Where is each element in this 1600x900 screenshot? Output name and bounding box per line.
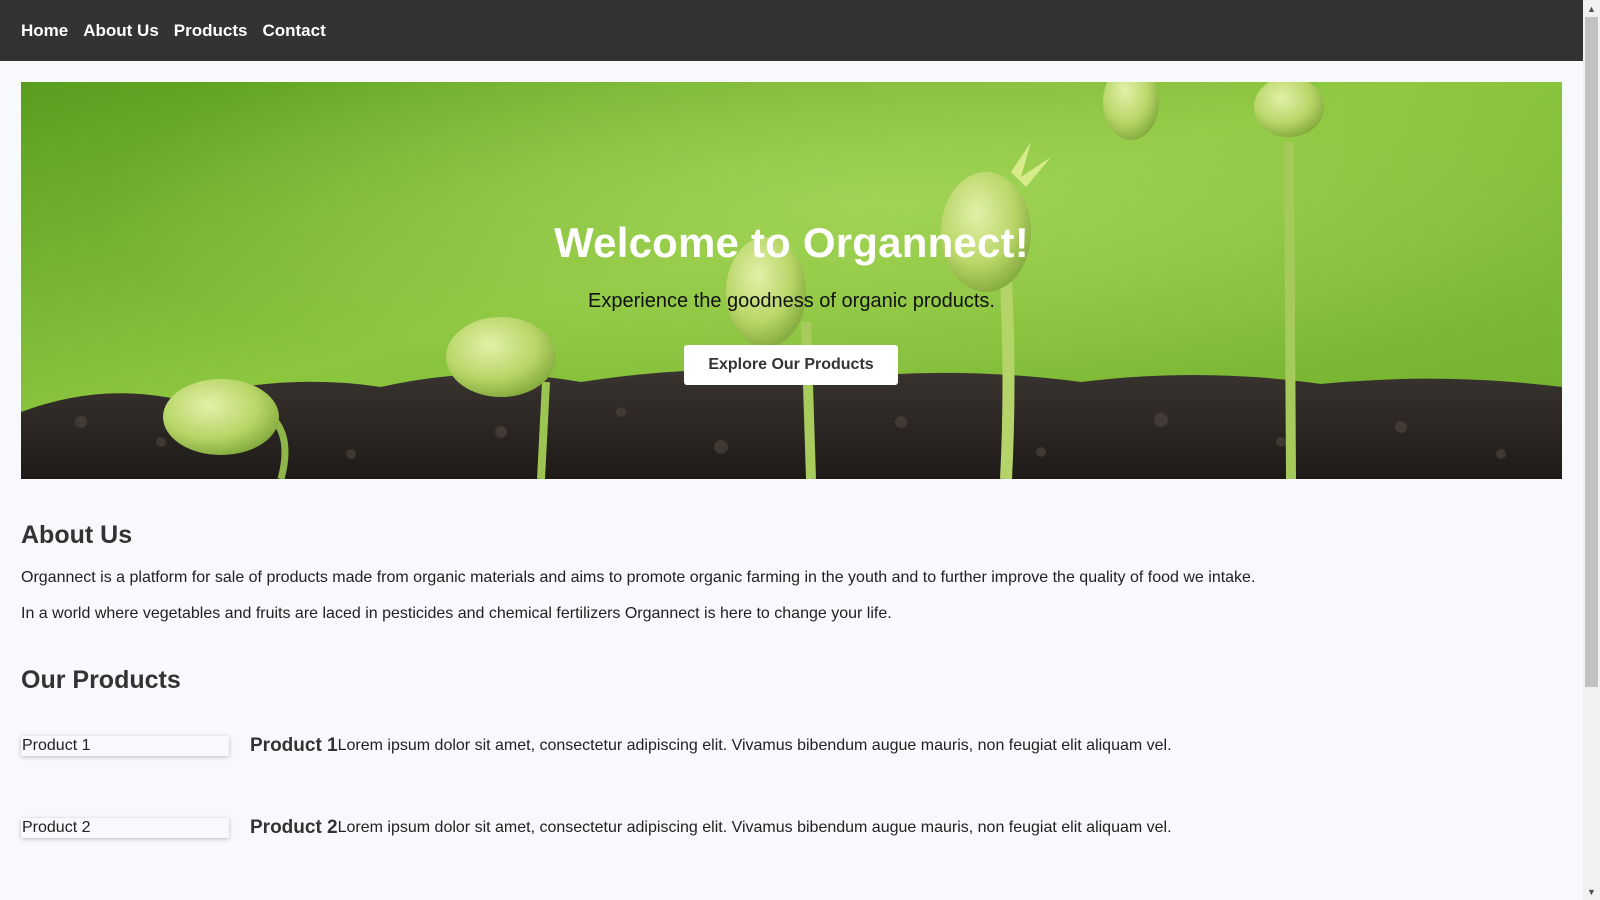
- nav-about-link[interactable]: About Us: [83, 21, 159, 41]
- explore-products-button[interactable]: Explore Our Products: [684, 345, 898, 385]
- nav-contact-link[interactable]: Contact: [262, 21, 325, 41]
- product-item: Product 2 Product 2 Lorem ipsum dolor si…: [21, 817, 1172, 839]
- product-image-placeholder: Product 1: [21, 736, 229, 756]
- product-name: Product 2: [250, 817, 338, 838]
- scroll-down-arrow-icon[interactable]: ▼: [1583, 883, 1600, 900]
- nav-products-link[interactable]: Products: [174, 21, 248, 41]
- scrollbar-thumb[interactable]: [1585, 17, 1598, 687]
- nav-home-link[interactable]: Home: [21, 21, 68, 41]
- product-item: Product 1 Product 1 Lorem ipsum dolor si…: [21, 735, 1172, 757]
- product-description: Lorem ipsum dolor sit amet, consectetur …: [337, 737, 1172, 754]
- vertical-scrollbar[interactable]: ▲ ▼: [1583, 0, 1600, 900]
- product-image-placeholder: Product 2: [21, 818, 229, 838]
- product-image-alt: Product 1: [22, 737, 91, 754]
- about-heading: About Us: [21, 521, 133, 549]
- scroll-up-arrow-icon[interactable]: ▲: [1583, 0, 1600, 17]
- product-image-alt: Product 2: [22, 819, 91, 836]
- products-heading: Our Products: [21, 666, 181, 694]
- top-navbar: Home About Us Products Contact: [0, 0, 1583, 61]
- product-name: Product 1: [250, 735, 338, 756]
- hero-banner: Welcome to Organnect! Experience the goo…: [21, 82, 1562, 479]
- hero-title: Welcome to Organnect!: [554, 219, 1029, 266]
- about-paragraph-1: Organnect is a platform for sale of prod…: [21, 569, 1256, 586]
- hero-subtitle: Experience the goodness of organic produ…: [588, 290, 995, 312]
- product-description: Lorem ipsum dolor sit amet, consectetur …: [337, 819, 1172, 836]
- hero-content: Welcome to Organnect! Experience the goo…: [21, 82, 1562, 479]
- about-paragraph-2: In a world where vegetables and fruits a…: [21, 605, 892, 622]
